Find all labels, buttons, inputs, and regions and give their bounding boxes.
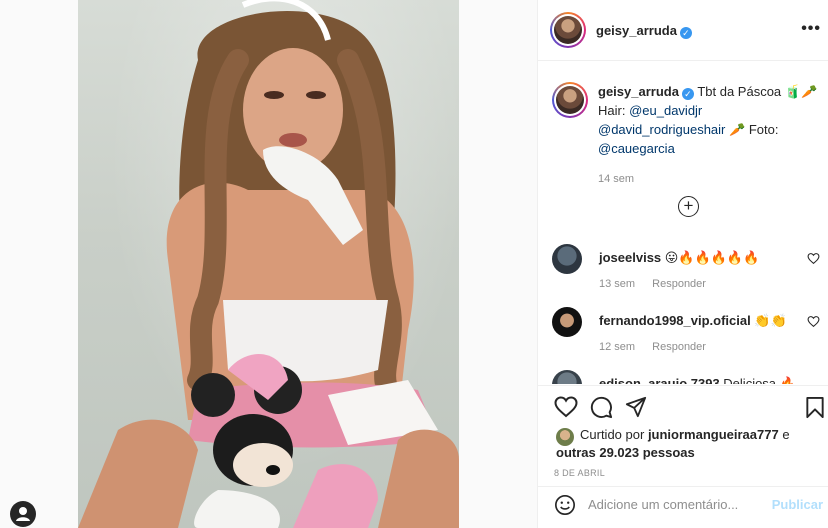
- comment-username[interactable]: joseelviss: [599, 250, 661, 265]
- verified-badge-icon: ✓: [679, 27, 692, 39]
- comment-reply-link[interactable]: Responder: [652, 341, 706, 353]
- more-options-icon[interactable]: •••: [801, 20, 821, 38]
- comment-item: edison_araujo.7393 Deliciosa 🔥: [552, 370, 822, 384]
- comment-line: joseelviss 😛🔥🔥🔥🔥🔥: [599, 250, 759, 266]
- caption-text: geisy_arruda ✓ Tbt da Páscoa 🧃🥕 Hair: @eu…: [598, 82, 822, 189]
- caption-time: 14 sem: [598, 173, 635, 185]
- caption-verified-icon: ✓: [681, 88, 694, 100]
- author-name-row: geisy_arruda ✓: [596, 22, 692, 40]
- comment-bubble-icon[interactable]: [590, 396, 613, 419]
- load-more-comments-icon[interactable]: +: [678, 196, 699, 217]
- comment-text: Deliciosa 🔥: [723, 376, 796, 384]
- caption-username[interactable]: geisy_arruda: [598, 84, 679, 99]
- comment-item: joseelviss 😛🔥🔥🔥🔥🔥 13 sem Responder: [552, 244, 822, 290]
- comments-list[interactable]: geisy_arruda ✓ Tbt da Páscoa 🧃🥕 Hair: @eu…: [538, 62, 828, 384]
- post-actions: Curtido por juniormangueiraa777 e outras…: [538, 385, 828, 520]
- caption-mention-david-rodrigueshair[interactable]: @david_rodrigueshair: [598, 122, 725, 137]
- comment-username[interactable]: fernando1998_vip.oficial: [599, 313, 751, 328]
- caption-author-photo: [556, 86, 584, 114]
- comment-time: 12 sem: [599, 341, 636, 353]
- comment-reply-link[interactable]: Responder: [652, 278, 706, 290]
- post-date[interactable]: 8 DE ABRIL: [554, 468, 605, 478]
- comment-avatar[interactable]: [552, 244, 582, 274]
- post-photo[interactable]: [78, 0, 459, 528]
- liked-by-connector: e: [782, 427, 790, 442]
- caption-hair-label: Hair:: [598, 103, 626, 118]
- comment-username[interactable]: edison_araujo.7393: [599, 376, 720, 384]
- like-heart-icon[interactable]: [554, 396, 578, 418]
- user-silhouette-icon: [16, 507, 30, 521]
- comment-meta: 12 sem Responder: [599, 341, 720, 353]
- save-bookmark-icon[interactable]: [805, 396, 825, 419]
- liked-by-others[interactable]: outras 29.023 pessoas: [556, 445, 695, 460]
- emoji-icon[interactable]: [554, 494, 576, 516]
- caption-carrot-emoji: 🥕: [729, 122, 746, 137]
- comment-like-icon[interactable]: [807, 315, 820, 328]
- author-avatar[interactable]: [550, 12, 586, 48]
- post-detail-panel: geisy_arruda ✓ ••• geisy_arruda ✓ Tbt da P…: [537, 0, 828, 528]
- caption-photo-label: Foto:: [748, 122, 779, 137]
- comment-text: 😛🔥🔥🔥🔥🔥: [664, 250, 760, 265]
- comment-avatar[interactable]: [552, 307, 582, 337]
- comment-input[interactable]: [588, 497, 768, 512]
- share-paper-plane-icon[interactable]: [625, 396, 647, 418]
- photo-illustration: [78, 0, 459, 528]
- liker-avatar[interactable]: [556, 428, 574, 446]
- add-comment-bar: Publicar: [538, 486, 828, 523]
- author-username[interactable]: geisy_arruda: [596, 23, 677, 38]
- caption-avatar[interactable]: [552, 82, 588, 118]
- comment-line: fernando1998_vip.oficial 👏👏: [599, 313, 787, 329]
- comment-time: 13 sem: [599, 278, 636, 290]
- liked-by-user[interactable]: juniormangueiraa777: [648, 427, 779, 442]
- comment-line: edison_araujo.7393 Deliciosa 🔥: [599, 376, 796, 384]
- liked-by-prefix: Curtido por: [580, 427, 645, 442]
- post-header: geisy_arruda ✓ •••: [538, 0, 828, 61]
- comment-avatar[interactable]: [552, 370, 582, 384]
- caption-prefix: Tbt da Páscoa 🧃🥕: [697, 84, 818, 99]
- caption-mention-cauegarcia[interactable]: @cauegarcia: [598, 141, 675, 156]
- comment-like-icon[interactable]: [807, 252, 820, 265]
- profile-avatar-icon[interactable]: [10, 501, 36, 527]
- liked-by-summary: Curtido por juniormangueiraa777 e outras…: [556, 426, 816, 462]
- comment-meta: 13 sem Responder: [599, 278, 720, 290]
- author-photo: [554, 16, 582, 44]
- comment-item: fernando1998_vip.oficial 👏👏 12 sem Respo…: [552, 307, 822, 353]
- caption-mention-eu-davidjr[interactable]: @eu_davidjr: [629, 103, 702, 118]
- comment-text: 👏👏: [754, 313, 787, 328]
- publish-button[interactable]: Publicar: [772, 497, 823, 512]
